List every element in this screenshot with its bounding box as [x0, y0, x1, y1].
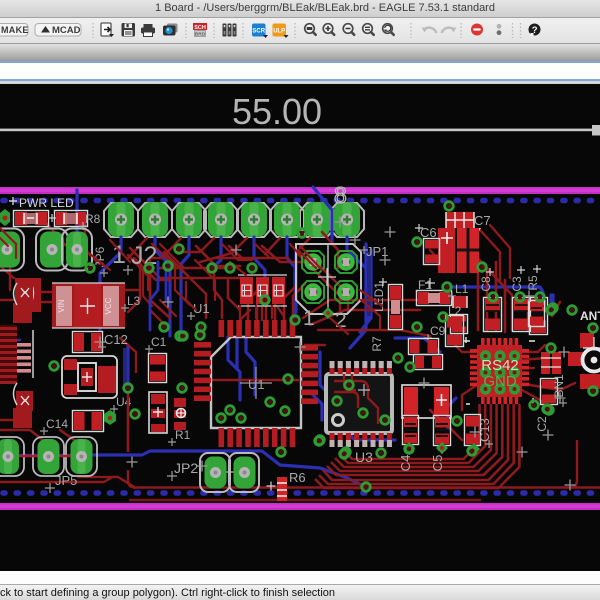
svg-text:R1: R1: [175, 428, 191, 442]
svg-text:MAKE: MAKE: [1, 25, 29, 35]
svg-text:BRD: BRD: [195, 32, 206, 38]
svg-text:JP5: JP5: [55, 473, 77, 488]
svg-text:U4: U4: [116, 395, 132, 409]
svg-text:C12: C12: [104, 332, 128, 347]
svg-text:?: ?: [532, 25, 538, 36]
svg-text:L3: L3: [127, 294, 141, 308]
svg-text:C13: C13: [477, 418, 492, 442]
svg-text:ULP: ULP: [273, 29, 285, 35]
svg-text:C6: C6: [420, 225, 437, 240]
svg-text:GND: GND: [483, 373, 517, 390]
svg-text:PWR LED: PWR LED: [19, 196, 74, 210]
svg-text:C8: C8: [479, 276, 493, 292]
svg-text:55.00: 55.00: [232, 91, 322, 132]
svg-text:SCH: SCH: [194, 25, 206, 31]
svg-text:JP2: JP2: [174, 460, 198, 476]
svg-text:U3: U3: [355, 449, 373, 465]
svg-text:ANT: ANT: [580, 309, 600, 323]
svg-text:C1: C1: [151, 335, 167, 349]
svg-text:R6: R6: [289, 470, 306, 485]
svg-text:C14: C14: [46, 417, 68, 431]
svg-text:VIN: VIN: [57, 299, 66, 313]
svg-text:RS42: RS42: [481, 357, 519, 374]
svg-text:SCR: SCR: [252, 29, 265, 35]
svg-text:R5: R5: [526, 275, 540, 291]
svg-text:C7: C7: [474, 213, 491, 228]
svg-text:BN1: BN1: [552, 374, 566, 398]
svg-text:U1: U1: [248, 377, 265, 392]
svg-text:C3: C3: [510, 276, 524, 292]
svg-text:C5: C5: [430, 455, 445, 472]
svg-text:MCAD: MCAD: [52, 25, 81, 36]
svg-text:L1: L1: [455, 282, 469, 296]
svg-text:C9: C9: [430, 324, 446, 338]
svg-text:C2: C2: [535, 416, 549, 432]
svg-text:LED1: LED1: [372, 282, 386, 312]
svg-text:R7: R7: [370, 336, 384, 352]
svg-text:C4: C4: [398, 455, 413, 472]
svg-text:1: 1: [303, 307, 315, 330]
svg-text:VCC: VCC: [104, 297, 113, 314]
svg-text:R8: R8: [85, 212, 101, 226]
svg-text:8: 8: [334, 182, 347, 208]
